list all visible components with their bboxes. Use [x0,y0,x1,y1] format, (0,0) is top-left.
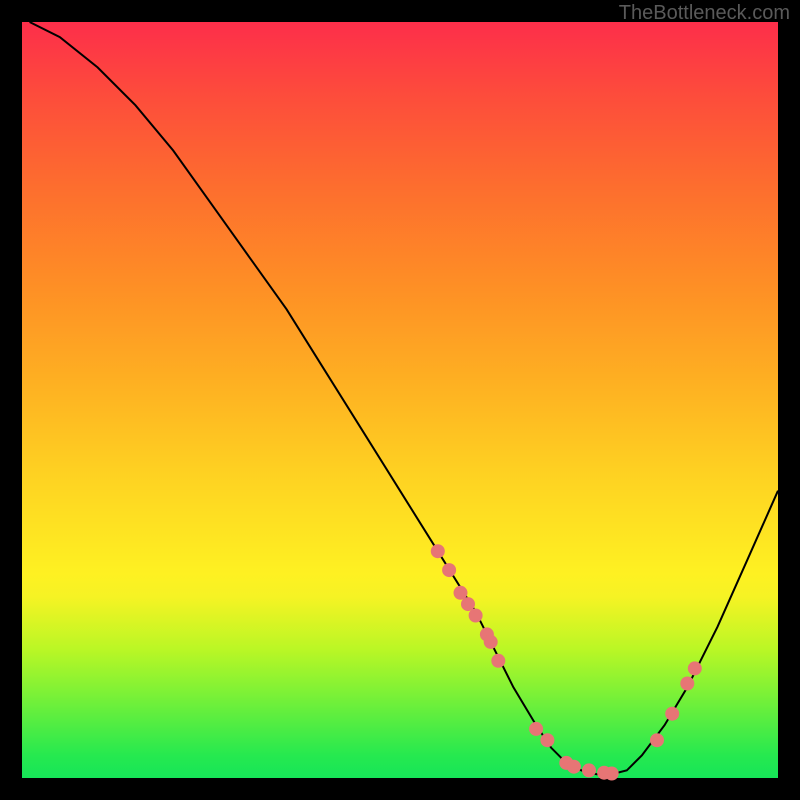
data-marker [461,597,475,611]
data-marker [582,763,596,777]
data-marker [484,635,498,649]
data-marker [650,733,664,747]
bottleneck-curve [30,22,778,774]
data-marker [491,654,505,668]
chart-svg [22,22,778,778]
data-marker [442,563,456,577]
watermark-text: TheBottleneck.com [619,2,790,25]
data-marker [431,544,445,558]
data-marker [605,767,619,781]
data-marker [665,707,679,721]
data-marker [540,733,554,747]
data-marker [567,760,581,774]
data-marker [680,677,694,691]
data-marker [688,661,702,675]
data-marker [529,722,543,736]
chart-area [22,22,778,778]
data-markers [431,544,702,780]
data-marker [469,609,483,623]
